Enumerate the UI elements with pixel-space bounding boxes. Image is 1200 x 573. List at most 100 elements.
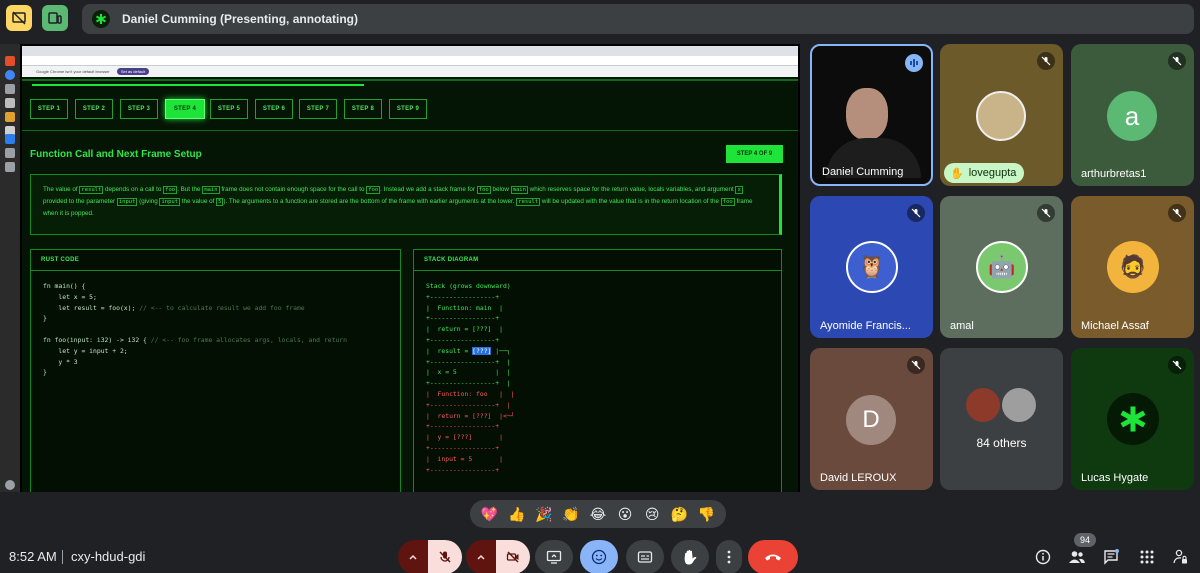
dock-chrome-icon: [5, 70, 15, 80]
presenter-label: Daniel Cumming (Presenting, annotating): [122, 12, 359, 26]
step-9-button[interactable]: STEP 9: [389, 99, 427, 119]
avatar: D: [846, 395, 896, 445]
clock: 8:52 AM: [9, 549, 57, 564]
participant-tile-daniel[interactable]: Daniel Cumming: [810, 44, 933, 186]
info-icon[interactable]: [1034, 548, 1052, 566]
step-6-button[interactable]: STEP 6: [255, 99, 293, 119]
mic-off-icon: [1168, 204, 1186, 222]
mic-toggle-button[interactable]: [428, 540, 462, 573]
reaction-thinking[interactable]: 🤔: [668, 500, 690, 528]
participant-name: Daniel Cumming: [822, 166, 904, 178]
stack-diagram: Stack (grows downward) +----------------…: [426, 282, 515, 474]
participant-tile-ayomide[interactable]: 🦉 Ayomide Francis...: [810, 196, 933, 338]
default-browser-infobar: Google Chrome isn't your default browser…: [22, 66, 798, 77]
audio-options-button[interactable]: [398, 540, 428, 573]
os-dock: [0, 44, 20, 492]
emoji-button[interactable]: [580, 540, 618, 573]
project-logo-icon: [1120, 406, 1146, 432]
camera-toggle-button[interactable]: [496, 540, 530, 573]
infobar-text: Google Chrome isn't your default browser: [36, 69, 110, 74]
shared-screen[interactable]: Google Chrome isn't your default browser…: [0, 44, 800, 492]
step-7-button[interactable]: STEP 7: [299, 99, 337, 119]
presentation-off-icon[interactable]: [6, 5, 32, 31]
meeting-code[interactable]: cxy-hdud-gdi: [71, 549, 145, 564]
reaction-sad[interactable]: 😢: [641, 500, 663, 528]
video-options-button[interactable]: [466, 540, 496, 573]
step-3-button[interactable]: STEP 3: [120, 99, 158, 119]
reaction-heart[interactable]: 💖: [479, 500, 501, 528]
step-1-button[interactable]: STEP 1: [30, 99, 68, 119]
meet-window: Daniel Cumming (Presenting, annotating) …: [0, 0, 1200, 573]
avatar: [1107, 393, 1159, 445]
reaction-surprised[interactable]: 😮: [614, 500, 636, 528]
page-content: STEP 1 STEP 2 STEP 3 STEP 4 STEP 5 STEP …: [22, 77, 798, 492]
chevron-up-icon: [409, 554, 417, 560]
dock-apps-icon: [5, 480, 15, 490]
chat-icon[interactable]: [1102, 548, 1120, 566]
avatar: [966, 388, 1000, 422]
others-tile[interactable]: 84 others: [940, 348, 1063, 490]
participant-tile-arthurbretas1[interactable]: a arthurbretas1: [1071, 44, 1194, 186]
step-8-button[interactable]: STEP 8: [344, 99, 382, 119]
step-4-button[interactable]: STEP 4: [165, 99, 205, 119]
reactions-bar: 💖 👍 🎉 👏 😂 😮 😢 🤔 👎: [470, 500, 726, 528]
participant-name: David LEROUX: [820, 472, 897, 484]
chevron-up-icon: [477, 554, 485, 560]
captions-button[interactable]: [626, 540, 664, 573]
set-default-button[interactable]: Set as default: [116, 68, 150, 75]
browser-window: Google Chrome isn't your default browser…: [22, 46, 798, 492]
people-icon[interactable]: [1068, 548, 1086, 566]
project-logo-icon: [92, 10, 110, 28]
step-5-button[interactable]: STEP 5: [210, 99, 248, 119]
mic-off-icon: [439, 551, 451, 563]
reaction-party[interactable]: 🎉: [533, 500, 555, 528]
lock-person-icon[interactable]: [1171, 548, 1189, 566]
reaction-clap[interactable]: 👏: [560, 500, 582, 528]
participant-name: arthurbretas1: [1081, 168, 1147, 180]
reaction-thumbs-up[interactable]: 👍: [506, 500, 528, 528]
mic-off-icon: [1037, 52, 1055, 70]
step-nav: STEP 1 STEP 2 STEP 3 STEP 4 STEP 5 STEP …: [22, 77, 798, 131]
hand-raised-badge: ✋ lovegupta: [944, 163, 1025, 183]
browser-tab-strip[interactable]: [22, 46, 798, 56]
camera-off-icon: [506, 551, 519, 563]
top-bar: Daniel Cumming (Presenting, annotating): [0, 0, 1200, 40]
people-count-badge: 94: [1074, 533, 1096, 547]
present-screen-button[interactable]: [535, 540, 573, 573]
end-call-icon: [765, 554, 781, 561]
raise-hand-icon: ✋: [681, 548, 699, 565]
presenter-banner[interactable]: Daniel Cumming (Presenting, annotating): [82, 4, 1194, 34]
avatar: a: [1107, 91, 1157, 141]
participant-tile-lovegupta[interactable]: ✋ lovegupta: [940, 44, 1063, 186]
participant-name: amal: [950, 320, 974, 332]
participant-tile-lucas-hygate[interactable]: Lucas Hygate: [1071, 348, 1194, 490]
mic-off-icon: [907, 356, 925, 374]
step-description: The value of result depends on a call to…: [30, 174, 782, 235]
mic-off-icon: [1037, 204, 1055, 222]
participant-name: Michael Assaf: [1081, 320, 1149, 332]
step-counter-badge: STEP 4 OF 9: [726, 145, 783, 163]
rust-code-block: fn main() { let x = 5; let result = foo(…: [43, 282, 347, 377]
raise-hand-button[interactable]: ✋: [671, 540, 709, 573]
reaction-thumbs-down[interactable]: 👎: [695, 500, 717, 528]
activities-icon[interactable]: [1138, 548, 1156, 566]
participant-name: Ayomide Francis...: [820, 320, 911, 332]
step-2-button[interactable]: STEP 2: [75, 99, 113, 119]
present-screen-icon: [546, 550, 562, 564]
end-call-button[interactable]: [748, 540, 798, 573]
more-options-button[interactable]: [716, 540, 742, 573]
layout-icon[interactable]: [42, 5, 68, 31]
participant-tile-david-leroux[interactable]: D David LEROUX: [810, 348, 933, 490]
raise-hand-icon: ✋: [950, 167, 964, 180]
participant-tile-amal[interactable]: 🤖 amal: [940, 196, 1063, 338]
stack-diagram-title: STACK DIAGRAM: [414, 250, 781, 271]
video-feed: [846, 88, 888, 140]
mic-off-icon: [1168, 52, 1186, 70]
avatar: 🦉: [846, 241, 898, 293]
mic-off-icon: [1168, 356, 1186, 374]
reaction-joy[interactable]: 😂: [587, 500, 609, 528]
robot-icon: 🤖: [988, 254, 1016, 279]
browser-address-bar[interactable]: [22, 56, 798, 66]
participant-tile-michael-assaf[interactable]: 🧔 Michael Assaf: [1071, 196, 1194, 338]
dock-app-icon: [5, 148, 15, 158]
